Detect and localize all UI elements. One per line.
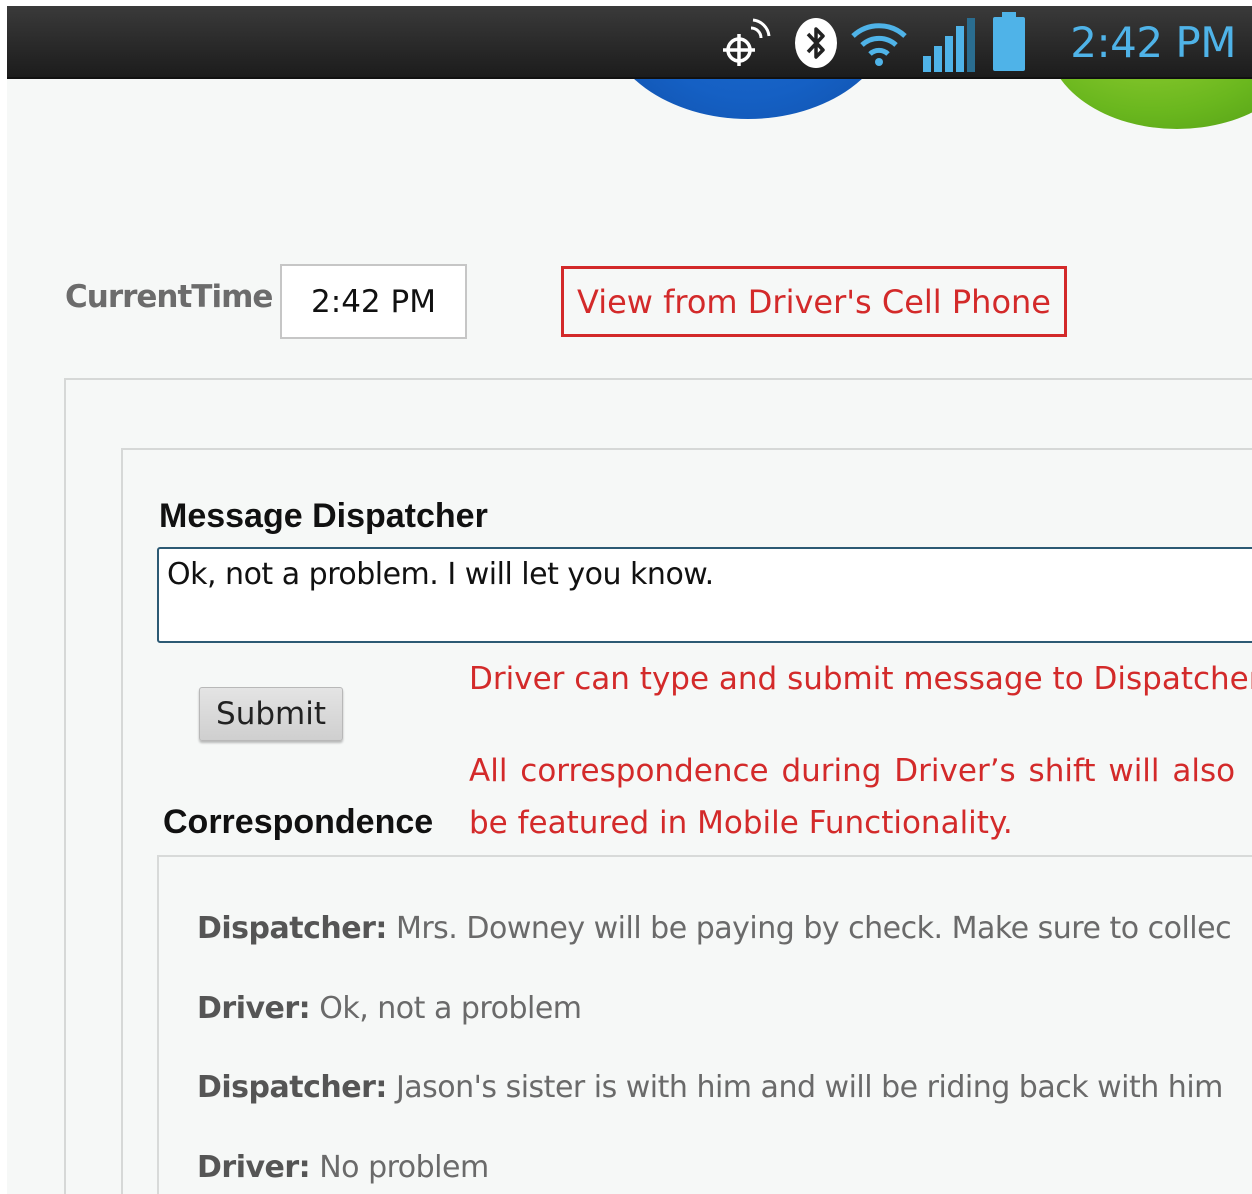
message-input[interactable]: Ok, not a problem. I will let you know.: [157, 547, 1252, 643]
gps-icon: [715, 14, 775, 75]
annotation-type-submit: Driver can type and submit message to Di…: [469, 661, 1252, 697]
message-text: Ok, not a problem: [319, 991, 582, 1026]
message-text: No problem: [319, 1150, 489, 1185]
list-item: Dispatcher: Jason's sister is with him a…: [197, 1070, 1223, 1105]
logo-green-shape: [1047, 79, 1252, 129]
correspondence-heading: Correspondence: [163, 803, 434, 841]
bluetooth-icon: [793, 16, 839, 75]
message-text: Jason's sister is with him and will be r…: [395, 1070, 1223, 1105]
message-text: Mrs. Downey will be paying by check. Mak…: [395, 911, 1232, 946]
list-item: Driver: Ok, not a problem: [197, 991, 582, 1026]
annotation-correspondence-line2: be featured in Mobile Functionality.: [469, 805, 1013, 841]
status-bar: 2:42 PM: [7, 6, 1252, 79]
message-dispatcher-heading: Message Dispatcher: [159, 497, 488, 535]
speaker-label: Dispatcher:: [197, 911, 387, 946]
correspondence-list: Dispatcher: Mrs. Downey will be paying b…: [157, 855, 1252, 1194]
list-item: Driver: No problem: [197, 1150, 489, 1185]
submit-button[interactable]: Submit: [199, 687, 343, 741]
battery-icon: [991, 12, 1027, 77]
speaker-label: Dispatcher:: [197, 1070, 387, 1105]
speaker-label: Driver:: [197, 1150, 311, 1185]
wifi-icon: [849, 20, 909, 73]
annotation-correspondence-line1: All correspondence during Driver’s shift…: [469, 753, 1236, 789]
current-time-label: CurrentTime: [65, 279, 273, 315]
list-item: Dispatcher: Mrs. Downey will be paying b…: [197, 911, 1232, 946]
page-content: CurrentTime 2:42 PM View from Driver's C…: [7, 79, 1252, 1194]
current-time-field: 2:42 PM: [280, 264, 467, 339]
status-time: 2:42 PM: [1070, 18, 1236, 67]
speaker-label: Driver:: [197, 991, 311, 1026]
callout-view-label: View from Driver's Cell Phone: [561, 266, 1067, 337]
logo-blue-shape: [603, 79, 893, 119]
signal-icon: [921, 16, 979, 79]
